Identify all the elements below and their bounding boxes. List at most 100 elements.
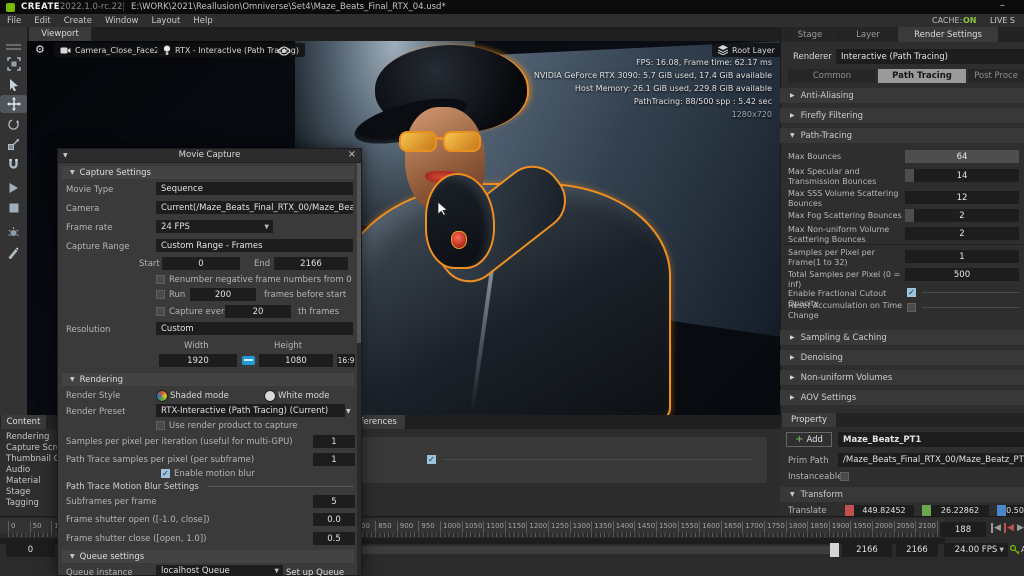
pt-row-field[interactable]: 2 xyxy=(905,227,1019,240)
prim-name-field[interactable]: Maze_Beatz_PT1 xyxy=(838,432,1024,447)
height-field[interactable]: 1080 xyxy=(259,354,333,367)
translate-z-field[interactable]: 0.50 xyxy=(1006,505,1024,516)
shutter-close-field[interactable]: 0.5 xyxy=(313,532,355,545)
fractional-cutout-checkbox[interactable] xyxy=(907,288,916,297)
capture-every-field[interactable]: 20 xyxy=(225,305,291,318)
prim-path-field[interactable]: /Maze_Beats_Final_RTX_00/Maze_Beatz_PT1 xyxy=(838,453,1024,467)
play-button[interactable] xyxy=(0,179,27,197)
pt-row-field[interactable]: 12 xyxy=(905,191,1019,204)
pt-row-field[interactable]: 500 xyxy=(905,268,1019,281)
dialog-scrollbar[interactable] xyxy=(357,163,361,575)
aspect-ratio-field[interactable]: 16:9 xyxy=(337,354,355,367)
end-field[interactable]: 2166 xyxy=(274,257,348,270)
renderer-combo[interactable]: Interactive (Path Tracing) xyxy=(836,49,1024,64)
list-item[interactable]: Window xyxy=(105,16,139,26)
subtab-path-tracing[interactable]: Path Tracing xyxy=(878,69,966,83)
auto-key-icon[interactable] xyxy=(1010,545,1020,555)
width-field[interactable]: 1920 xyxy=(159,354,237,367)
tab-stage[interactable]: Stage xyxy=(782,27,838,42)
list-item[interactable]: Stage xyxy=(0,487,57,498)
run-frames-field[interactable]: 200 xyxy=(190,288,256,301)
list-item[interactable]: Rendering xyxy=(0,432,57,443)
range-slider-handle[interactable] xyxy=(830,543,839,557)
list-item[interactable]: Sampling & Caching xyxy=(780,330,1024,345)
paint-tool-button[interactable] xyxy=(0,243,27,261)
resolution-combo[interactable]: Custom xyxy=(156,322,353,335)
list-item[interactable]: Layout xyxy=(151,16,180,26)
list-item[interactable]: Capture Screens xyxy=(0,443,57,454)
minimize-button[interactable]: – xyxy=(1000,0,1005,11)
list-item[interactable]: Thumbnail Gene xyxy=(0,454,57,465)
select-tool-button[interactable] xyxy=(0,75,27,93)
list-item[interactable]: Tagging xyxy=(0,498,57,509)
pt-row-field[interactable]: 1 xyxy=(905,250,1019,263)
physics-tool-button[interactable] xyxy=(0,223,27,241)
capture-camera-field[interactable]: Current(/Maze_Beats_Final_RTX_00/Maze_Be… xyxy=(156,201,353,214)
rotate-tool-button[interactable] xyxy=(0,115,27,133)
play-forward-button[interactable]: ▶ xyxy=(1017,523,1024,533)
add-property-button[interactable]: + Add xyxy=(786,432,832,447)
live-sync-label[interactable]: LIVE S xyxy=(990,16,1015,25)
movie-type-combo[interactable]: Sequence xyxy=(156,182,353,195)
dialog-close-icon[interactable]: × xyxy=(348,149,356,160)
reset-accumulation-checkbox[interactable] xyxy=(907,303,916,312)
list-item[interactable]: Create xyxy=(64,16,92,26)
capture-settings-header[interactable]: ▼Capture Settings xyxy=(62,166,354,179)
move-tool-button[interactable] xyxy=(0,95,27,113)
subtab-common[interactable]: Common xyxy=(788,69,876,83)
list-item[interactable]: Help xyxy=(193,16,212,26)
use-render-product-checkbox[interactable] xyxy=(156,421,165,430)
subframes-field[interactable]: 5 xyxy=(313,495,355,508)
section-transform[interactable]: ▼Transform xyxy=(780,487,1024,502)
translate-x-field[interactable]: 449.82452 xyxy=(854,505,914,516)
list-item[interactable]: Material xyxy=(0,476,57,487)
link-resolution-icon[interactable] xyxy=(242,356,255,365)
section-firefly-filtering[interactable]: ▶Firefly Filtering xyxy=(780,108,1024,123)
translate-y-field[interactable]: 26.22862 xyxy=(931,505,989,516)
toolbar-drag-handle[interactable] xyxy=(6,44,21,46)
preferences-checkbox[interactable] xyxy=(427,455,436,464)
render-preset-combo[interactable]: RTX-Interactive (Path Tracing) (Current) xyxy=(156,404,345,417)
list-item[interactable]: Denoising xyxy=(780,350,1024,365)
queue-instance-combo[interactable]: localhost Queue▼ xyxy=(156,565,283,576)
white-mode-icon[interactable] xyxy=(264,390,276,402)
current-frame-field[interactable]: 188 xyxy=(940,522,986,537)
list-item[interactable]: Non-uniform Volumes xyxy=(780,370,1024,385)
instanceable-checkbox[interactable] xyxy=(840,472,849,481)
spp-iteration-field[interactable]: 1 xyxy=(313,435,355,448)
shutter-open-field[interactable]: 0.0 xyxy=(313,513,355,526)
frame-selection-tool-button[interactable] xyxy=(0,55,27,73)
tab-layer[interactable]: Layer xyxy=(840,27,896,42)
dialog-title-bar[interactable]: ▼ Movie Capture × xyxy=(58,149,361,163)
viewport-settings-gear-icon[interactable]: ⚙ xyxy=(35,43,45,56)
range-start-field[interactable]: 0 xyxy=(6,543,55,557)
snap-tool-button[interactable] xyxy=(0,155,27,173)
tab-render-settings[interactable]: Render Settings xyxy=(898,27,998,42)
section-path-tracing[interactable]: ▼Path-Tracing xyxy=(780,128,1024,143)
collapsed-sections[interactable]: Sampling & Caching Denoising Non-uniform V… xyxy=(780,330,1024,410)
list-item[interactable]: AOV Settings xyxy=(780,390,1024,405)
tab-assets[interactable]: A xyxy=(48,415,57,429)
stop-button[interactable] xyxy=(0,199,27,217)
capture-every-checkbox[interactable] xyxy=(156,307,165,316)
setup-queue-button[interactable]: Set up Queue xyxy=(286,568,344,576)
tab-content[interactable]: Content xyxy=(1,415,46,429)
shaded-mode-label[interactable]: Shaded mode xyxy=(170,391,229,401)
frame-rate-combo[interactable]: 24 FPS▼ xyxy=(156,220,273,233)
content-items[interactable]: RenderingCapture ScreensThumbnail GeneAu… xyxy=(0,432,57,509)
renumber-checkbox[interactable] xyxy=(156,275,165,284)
tab-property[interactable]: Property xyxy=(782,413,836,427)
run-checkbox[interactable] xyxy=(156,290,165,299)
root-layer-button[interactable]: Root Layer xyxy=(712,43,780,57)
capture-range-combo[interactable]: Custom Range - Frames xyxy=(156,239,353,252)
visibility-eye-icon[interactable] xyxy=(277,43,293,57)
tab-viewport[interactable]: Viewport xyxy=(29,27,91,41)
end-total-field[interactable]: 2166 xyxy=(896,543,938,557)
queue-settings-header[interactable]: ▼Queue settings xyxy=(62,550,354,563)
step-back-button[interactable]: ◀ xyxy=(991,523,1001,533)
pt-row-field[interactable]: 2 xyxy=(905,209,1019,222)
prev-key-button[interactable]: ◀ xyxy=(1004,523,1014,533)
list-item[interactable]: Audio xyxy=(0,465,57,476)
chevron-down-icon[interactable]: ▼ xyxy=(346,408,351,415)
pt-row-field[interactable]: 14 xyxy=(905,169,1019,182)
